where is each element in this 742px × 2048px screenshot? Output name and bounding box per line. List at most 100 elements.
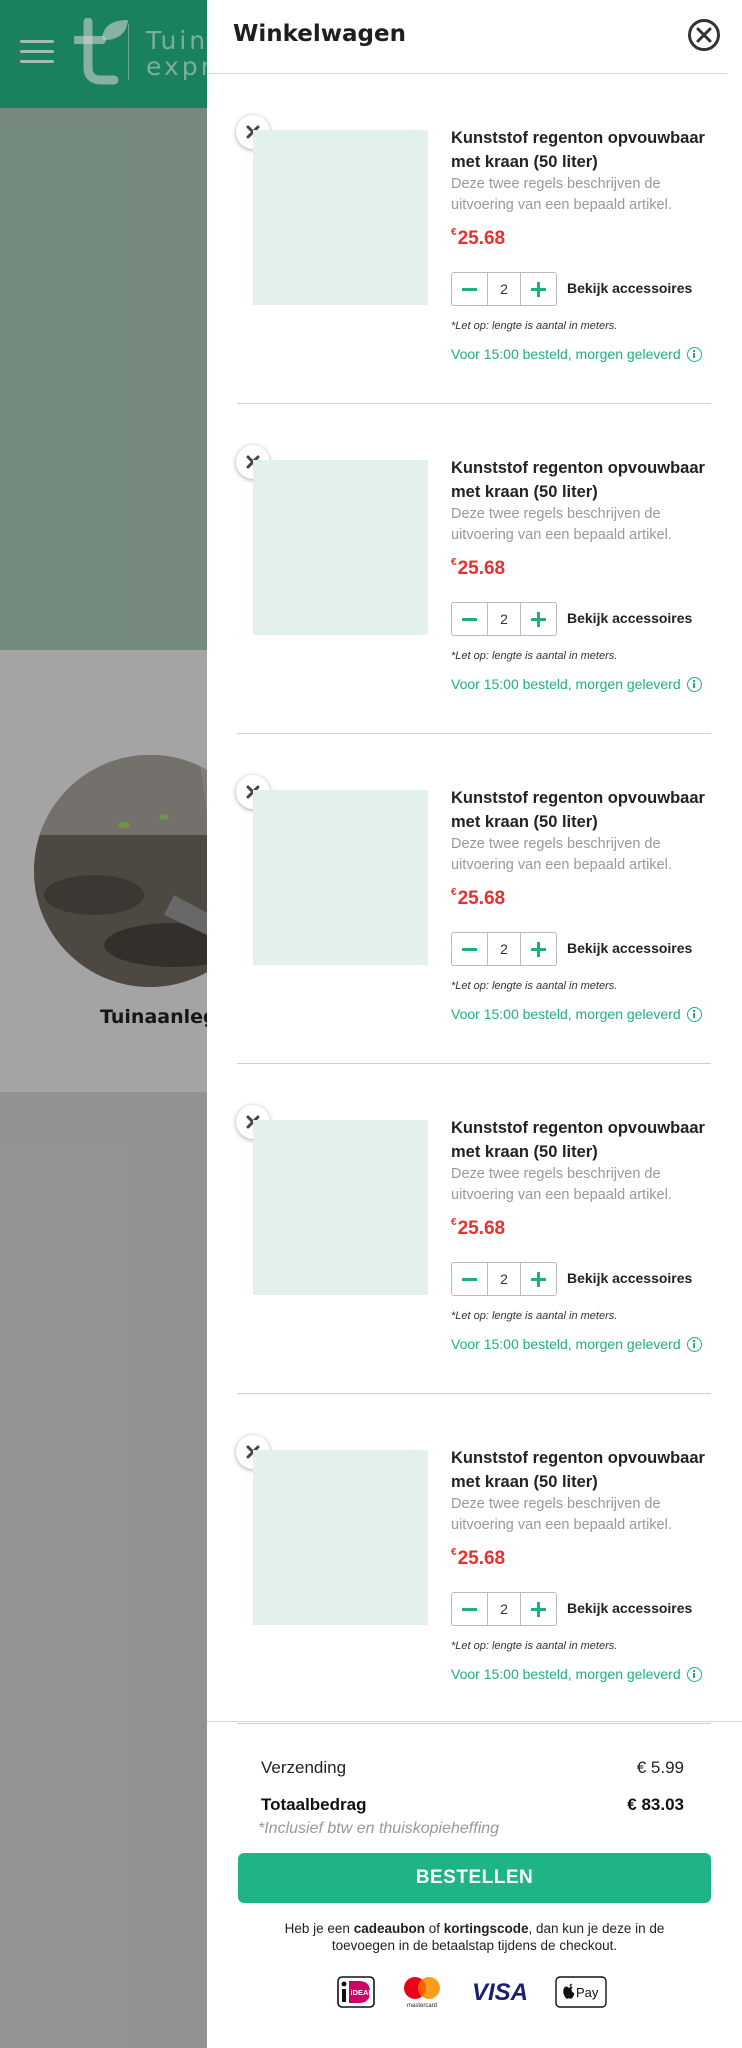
delivery-text: Voor 15:00 besteld, morgen geleverd bbox=[451, 346, 681, 362]
quantity-input[interactable]: 2 bbox=[487, 1263, 521, 1295]
view-accessories-link[interactable]: Bekijk accessoires bbox=[567, 940, 692, 956]
info-icon[interactable] bbox=[686, 1336, 702, 1352]
cart-item: Kunststof regenton opvouwbaar met kraan … bbox=[207, 404, 742, 734]
product-image[interactable] bbox=[253, 1120, 428, 1295]
product-price: €25.68 bbox=[451, 1216, 506, 1240]
product-name[interactable]: Kunststof regenton opvouwbaar met kraan … bbox=[451, 456, 723, 504]
product-price: €25.68 bbox=[451, 556, 506, 580]
decrease-quantity-button[interactable] bbox=[452, 1263, 487, 1295]
footer-divider bbox=[207, 1721, 742, 1722]
cart-header: Winkelwagen bbox=[207, 0, 742, 74]
info-icon[interactable] bbox=[686, 1666, 702, 1682]
decrease-quantity-button[interactable] bbox=[452, 1593, 487, 1625]
length-note: *Let op: lengte is aantal in meters. bbox=[451, 650, 618, 662]
quantity-stepper: 2 bbox=[451, 932, 557, 966]
cart-item: Kunststof regenton opvouwbaar met kraan … bbox=[207, 1064, 742, 1394]
product-name[interactable]: Kunststof regenton opvouwbaar met kraan … bbox=[451, 126, 723, 174]
delivery-info: Voor 15:00 besteld, morgen geleverd bbox=[451, 1336, 702, 1352]
decrease-quantity-button[interactable] bbox=[452, 933, 487, 965]
product-image[interactable] bbox=[253, 130, 428, 305]
order-button[interactable]: BESTELLEN bbox=[238, 1853, 711, 1903]
info-icon[interactable] bbox=[686, 1006, 702, 1022]
increase-quantity-button[interactable] bbox=[521, 1263, 556, 1295]
price-value: 25.68 bbox=[457, 228, 506, 249]
currency-symbol: € bbox=[451, 1546, 457, 1558]
delivery-text: Voor 15:00 besteld, morgen geleverd bbox=[451, 1666, 681, 1682]
svg-text:VISA: VISA bbox=[472, 1979, 528, 2006]
mastercard-icon: mastercard bbox=[399, 1975, 445, 2009]
product-price: €25.68 bbox=[451, 886, 506, 910]
cart-item: Kunststof regenton opvouwbaar met kraan … bbox=[207, 1394, 742, 1724]
discount-code-text: kortingscode bbox=[443, 1921, 529, 1936]
gift-code-note: Heb je een cadeaubon of kortingscode, da… bbox=[284, 1921, 665, 1953]
quantity-input[interactable]: 2 bbox=[487, 273, 521, 305]
currency-symbol: € bbox=[451, 886, 457, 898]
length-note: *Let op: lengte is aantal in meters. bbox=[451, 1310, 618, 1322]
cart-item: Kunststof regenton opvouwbaar met kraan … bbox=[207, 734, 742, 1064]
product-image[interactable] bbox=[253, 1450, 428, 1625]
quantity-input[interactable]: 2 bbox=[487, 603, 521, 635]
info-icon[interactable] bbox=[686, 346, 702, 362]
length-note: *Let op: lengte is aantal in meters. bbox=[451, 1640, 618, 1652]
price-value: 25.68 bbox=[457, 558, 506, 579]
length-note: *Let op: lengte is aantal in meters. bbox=[451, 980, 618, 992]
product-price: €25.68 bbox=[451, 1546, 506, 1570]
product-description: Deze twee regels beschrijven de uitvoeri… bbox=[451, 836, 672, 873]
currency-symbol: € bbox=[451, 556, 457, 568]
view-accessories-link[interactable]: Bekijk accessoires bbox=[567, 1600, 692, 1616]
decrease-quantity-button[interactable] bbox=[452, 603, 487, 635]
delivery-info: Voor 15:00 besteld, morgen geleverd bbox=[451, 1666, 702, 1682]
total-value: € 83.03 bbox=[627, 1795, 684, 1814]
product-name[interactable]: Kunststof regenton opvouwbaar met kraan … bbox=[451, 1116, 723, 1164]
increase-quantity-button[interactable] bbox=[521, 1593, 556, 1625]
info-icon[interactable] bbox=[686, 676, 702, 692]
price-value: 25.68 bbox=[457, 1548, 506, 1569]
item-divider bbox=[237, 1723, 711, 1724]
svg-text:Pay: Pay bbox=[576, 1985, 599, 2000]
product-image[interactable] bbox=[253, 790, 428, 965]
svg-text:iDEAL: iDEAL bbox=[351, 1988, 374, 1997]
view-accessories-link[interactable]: Bekijk accessoires bbox=[567, 1270, 692, 1286]
vat-note: *Inclusief btw en thuiskopieheffing bbox=[258, 1820, 500, 1837]
product-description: Deze twee regels beschrijven de uitvoeri… bbox=[451, 506, 672, 543]
view-accessories-link[interactable]: Bekijk accessoires bbox=[567, 610, 692, 626]
apple-pay-icon: Pay bbox=[555, 1975, 607, 2009]
product-name[interactable]: Kunststof regenton opvouwbaar met kraan … bbox=[451, 786, 723, 834]
increase-quantity-button[interactable] bbox=[521, 603, 556, 635]
quantity-input[interactable]: 2 bbox=[487, 1593, 521, 1625]
close-icon bbox=[696, 27, 712, 43]
product-description: Deze twee regels beschrijven de uitvoeri… bbox=[451, 1496, 672, 1533]
increase-quantity-button[interactable] bbox=[521, 273, 556, 305]
cart-item-list: Kunststof regenton opvouwbaar met kraan … bbox=[207, 74, 742, 1724]
delivery-text: Voor 15:00 besteld, morgen geleverd bbox=[451, 676, 681, 692]
product-description: Deze twee regels beschrijven de uitvoeri… bbox=[451, 176, 672, 213]
payment-methods: iDEAL mastercard VISA Pay bbox=[337, 1975, 607, 2009]
quantity-input[interactable]: 2 bbox=[487, 933, 521, 965]
cart-title: Winkelwagen bbox=[233, 21, 406, 47]
shipping-value: € 5.99 bbox=[636, 1758, 684, 1777]
shipping-label: Verzending bbox=[261, 1758, 347, 1777]
product-image[interactable] bbox=[253, 460, 428, 635]
price-value: 25.68 bbox=[457, 1218, 506, 1239]
decrease-quantity-button[interactable] bbox=[452, 273, 487, 305]
price-value: 25.68 bbox=[457, 888, 506, 909]
currency-symbol: € bbox=[451, 226, 457, 238]
view-accessories-link[interactable]: Bekijk accessoires bbox=[567, 280, 692, 296]
svg-text:mastercard: mastercard bbox=[407, 2003, 437, 2009]
increase-quantity-button[interactable] bbox=[521, 933, 556, 965]
length-note: *Let op: lengte is aantal in meters. bbox=[451, 320, 618, 332]
delivery-info: Voor 15:00 besteld, morgen geleverd bbox=[451, 676, 702, 692]
product-description: Deze twee regels beschrijven de uitvoeri… bbox=[451, 1166, 672, 1203]
delivery-info: Voor 15:00 besteld, morgen geleverd bbox=[451, 346, 702, 362]
quantity-stepper: 2 bbox=[451, 602, 557, 636]
delivery-info: Voor 15:00 besteld, morgen geleverd bbox=[451, 1006, 702, 1022]
cart-drawer: Winkelwagen Kunststof regenton opvouwbaa… bbox=[207, 0, 742, 2048]
delivery-text: Voor 15:00 besteld, morgen geleverd bbox=[451, 1006, 681, 1022]
product-price: €25.68 bbox=[451, 226, 506, 250]
close-cart-button[interactable] bbox=[688, 19, 720, 51]
currency-symbol: € bbox=[451, 1216, 457, 1228]
quantity-stepper: 2 bbox=[451, 1262, 557, 1296]
product-name[interactable]: Kunststof regenton opvouwbaar met kraan … bbox=[451, 1446, 723, 1494]
quantity-stepper: 2 bbox=[451, 272, 557, 306]
quantity-stepper: 2 bbox=[451, 1592, 557, 1626]
